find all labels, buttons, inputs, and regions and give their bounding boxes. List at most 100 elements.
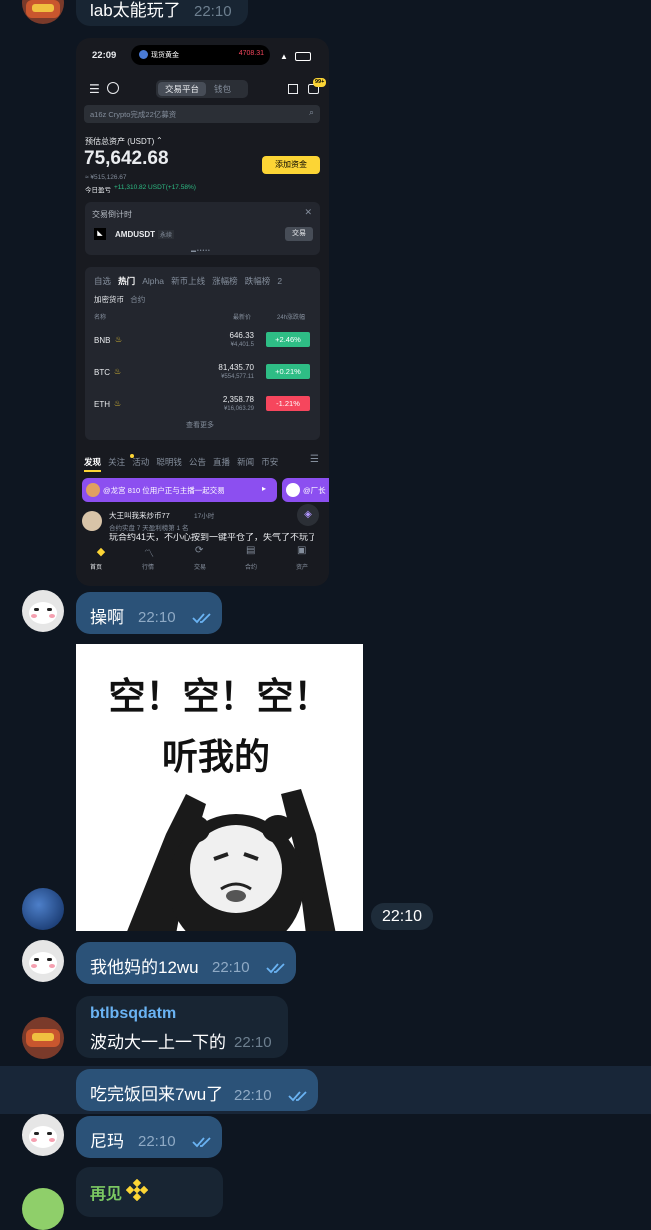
avatar[interactable]	[22, 1017, 64, 1059]
countdown-card[interactable]: 交易倒计时 ✕ ◣ AMDUSDT 永续 交易 ▬•••••	[85, 202, 320, 255]
message-text: 操啊	[90, 608, 124, 627]
subtab-crypto[interactable]: 加密货币	[94, 295, 124, 304]
live-banner-text: @龙宫 810 位用户正与主播一起交易	[103, 486, 225, 495]
tab-new-listing[interactable]: 新币上线	[171, 276, 205, 286]
market-tabs: 自选 热门 Alpha 新币上线 涨幅榜 跌幅榜 2	[94, 275, 282, 287]
message-bubble[interactable]: 操啊 22:10	[76, 592, 222, 634]
menu-icon[interactable]: ☰	[89, 82, 100, 96]
dynamic-island: 现货黄金 4708.31	[131, 45, 270, 65]
trade-icon[interactable]: ⟳	[195, 545, 203, 556]
sender-name[interactable]: 再见	[90, 1180, 122, 1204]
market-row[interactable]: BNB ♨ 646.33 ¥4,401.5 +2.46%	[85, 327, 320, 357]
tab-live[interactable]: 直播	[213, 457, 230, 467]
tab-events[interactable]: 活动	[132, 457, 149, 467]
change-badge: +0.21%	[266, 364, 310, 379]
compose-icon[interactable]: ◈	[297, 504, 319, 526]
more-tabs-icon[interactable]: ☰	[310, 454, 319, 465]
message-text: 吃完饭回来7wu了	[90, 1085, 224, 1104]
pager-dots: ▬•••••	[191, 248, 211, 254]
scan-icon[interactable]	[288, 84, 298, 94]
tab-wallet[interactable]: 钱包	[214, 82, 231, 96]
avatar[interactable]	[22, 590, 64, 632]
message-time: 22:10	[194, 3, 232, 20]
nav-home[interactable]: 首页	[90, 562, 102, 571]
wallet-icon[interactable]: ▣	[297, 545, 306, 556]
futures-icon[interactable]: ▤	[246, 545, 255, 556]
message-bubble[interactable]: 尼玛 22:10	[76, 1116, 222, 1158]
shared-screenshot[interactable]: 22:09 现货黄金 4708.31 ▲ ☰ 交易平台 钱包 99+ a16z …	[76, 38, 329, 586]
gold-icon	[139, 50, 148, 59]
sticker-image[interactable]: 空！空！空！ 听我的	[76, 644, 363, 931]
island-value: 4708.31	[238, 50, 264, 57]
avatar	[286, 483, 300, 497]
live-banner[interactable]: @龙宫 810 位用户正与主播一起交易 ▸	[82, 478, 277, 502]
assets-value: 75,642.68	[84, 148, 169, 169]
nav-assets[interactable]: 资产	[296, 562, 308, 571]
avatar[interactable]	[22, 1188, 64, 1230]
message-bubble[interactable]: 吃完饭回来7wu了 22:10	[76, 1069, 318, 1111]
nav-trade[interactable]: 交易	[194, 562, 206, 571]
pnl-label: 今日盈亏	[85, 187, 111, 194]
message-bubble[interactable]: 我他妈的12wu 22:10	[76, 942, 296, 984]
avatar[interactable]	[22, 888, 64, 930]
message-text: lab太能玩了	[90, 1, 181, 20]
avatar	[86, 483, 100, 497]
assets-cny: ≈ ¥515,126.67	[85, 174, 127, 181]
market-row[interactable]: BTC ♨ 81,435.70 ¥554,577.11 +0.21%	[85, 359, 320, 389]
post-author[interactable]: 大王叫我来炒币77	[109, 510, 170, 521]
nav-futures[interactable]: 合约	[245, 562, 257, 571]
tab-discover[interactable]: 发现	[84, 457, 101, 467]
message-bubble[interactable]: lab太能玩了 22:10	[76, 0, 248, 26]
bottom-nav: ◆ 首页 〽 行情 ⟳ 交易 ▤ 合约 ▣ 资产	[76, 541, 329, 586]
row-price: 646.33	[229, 331, 254, 340]
countdown-title: 交易倒计时	[92, 210, 132, 219]
sender-name[interactable]: btlbsqdatm	[90, 1005, 176, 1023]
avatar[interactable]	[82, 511, 102, 531]
battery-icon	[295, 52, 311, 61]
avatar[interactable]	[22, 0, 64, 24]
message-text: 尼玛	[90, 1132, 124, 1151]
tab-smart-money[interactable]: 聪明钱	[156, 457, 182, 467]
status-time: 22:09	[92, 50, 117, 61]
home-icon[interactable]: ◆	[94, 545, 108, 558]
tab-watchlist[interactable]: 自选	[94, 276, 111, 286]
add-funds-button[interactable]: 添加资金	[262, 156, 320, 174]
chevron-up-icon[interactable]: ⌃	[156, 136, 163, 145]
message-time: 22:10	[138, 609, 176, 626]
link-icon[interactable]	[107, 82, 119, 94]
search-bar[interactable]: a16z Crypto完成22亿募资 ⌕	[84, 105, 320, 123]
tab-exchange[interactable]: 交易平台	[158, 82, 206, 96]
market-card: 自选 热门 Alpha 新币上线 涨幅榜 跌幅榜 2 加密货币 合约 名称 最新…	[85, 267, 320, 440]
close-icon[interactable]: ✕	[304, 207, 312, 218]
search-icon: ⌕	[308, 107, 314, 117]
avatar[interactable]	[22, 940, 64, 982]
change-badge: -1.21%	[266, 396, 310, 411]
view-more-link[interactable]: 查看更多	[186, 420, 214, 430]
nav-markets[interactable]: 行情	[142, 562, 154, 571]
subtab-futures[interactable]: 合约	[130, 295, 145, 304]
live-banner-text: @厂长	[303, 486, 326, 495]
message-time: 22:10	[212, 959, 250, 976]
tab-following[interactable]: 关注	[108, 457, 125, 467]
live-banner[interactable]: @厂长	[282, 478, 329, 502]
message-bubble[interactable]: btlbsqdatm 波动大一上一下的 22:10	[76, 996, 288, 1058]
tab-losers[interactable]: 跌幅榜	[245, 276, 271, 286]
feed-tabs: 发现 关注 活动 聪明钱 公告 直播 新闻 币安	[84, 456, 278, 468]
tab-more[interactable]: 2	[277, 276, 282, 286]
chart-icon[interactable]: 〽	[144, 545, 154, 560]
col-header-change: 24h涨跌幅	[277, 315, 306, 321]
message-bubble[interactable]: 再见	[76, 1167, 223, 1217]
tab-gainers[interactable]: 涨幅榜	[212, 276, 238, 286]
header-tabs: 交易平台 钱包	[156, 80, 248, 98]
amd-logo-icon: ◣	[94, 228, 106, 240]
row-symbol: BTC	[94, 368, 110, 377]
market-row[interactable]: ETH ♨ 2,358.78 ¥16,063.29 -1.21%	[85, 391, 320, 421]
tab-binance[interactable]: 币安	[261, 457, 278, 467]
trade-button[interactable]: 交易	[285, 227, 313, 241]
wifi-icon: ▲	[280, 52, 288, 61]
avatar[interactable]	[22, 1114, 64, 1156]
tab-alpha[interactable]: Alpha	[142, 276, 164, 286]
tab-hot[interactable]: 热门	[118, 276, 135, 286]
tab-announcements[interactable]: 公告	[189, 457, 206, 467]
tab-news[interactable]: 新闻	[237, 457, 254, 467]
